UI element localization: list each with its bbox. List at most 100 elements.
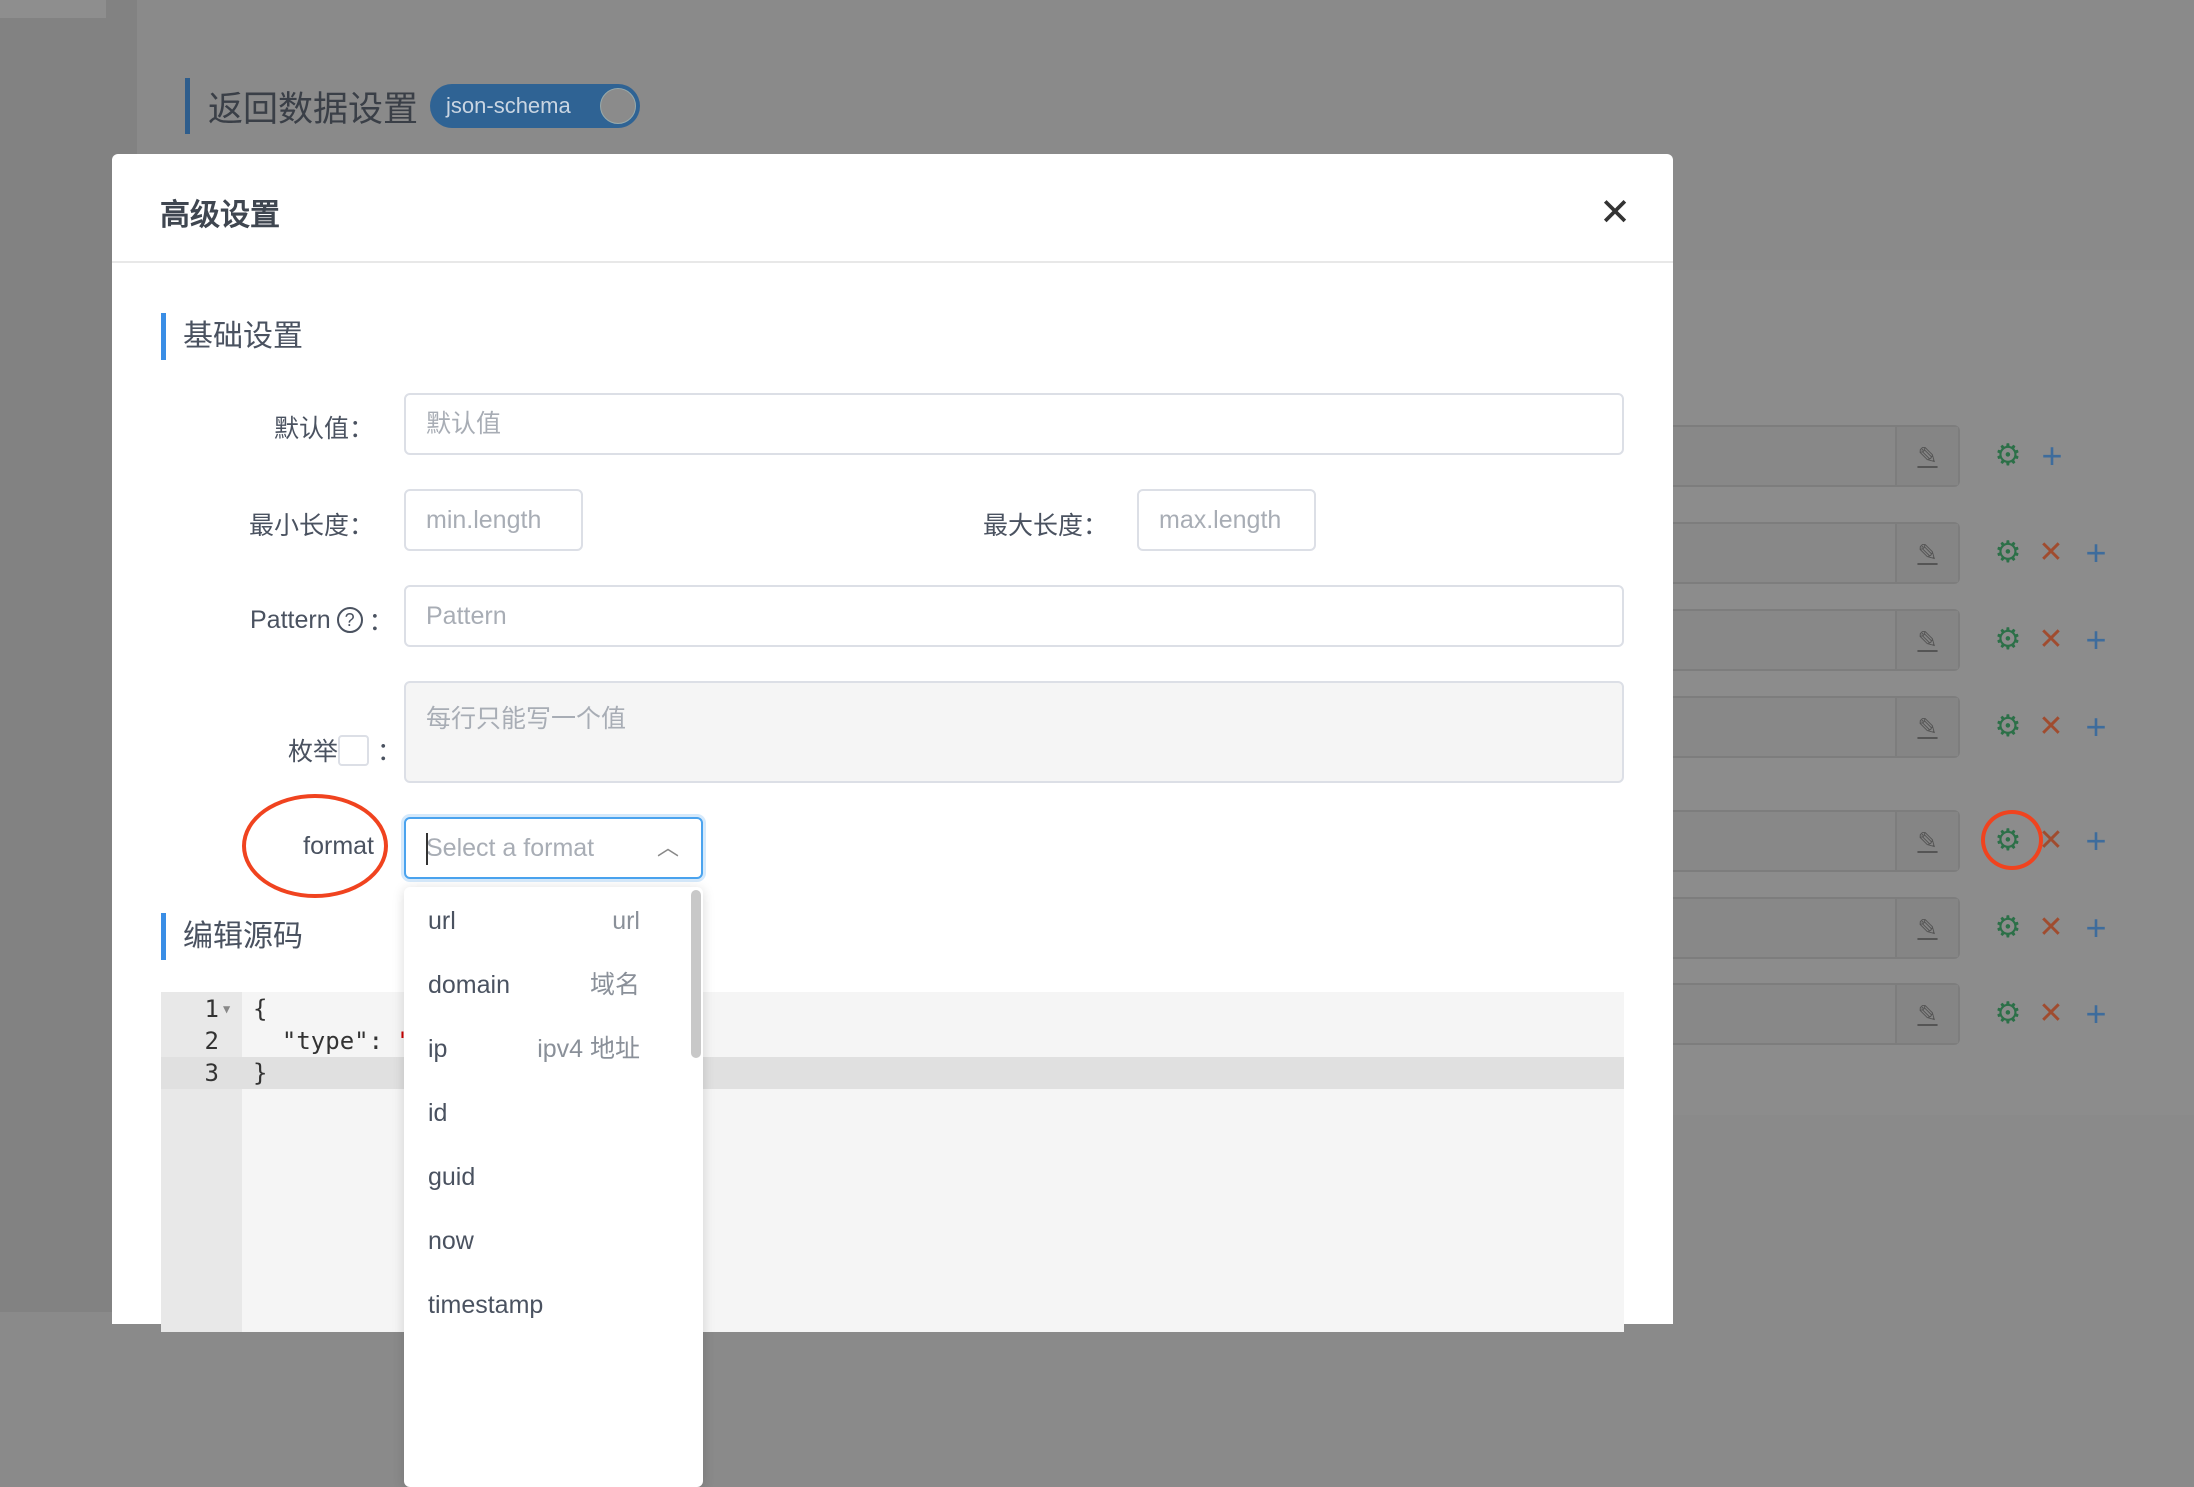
edit-button[interactable]: ✎	[1895, 812, 1958, 870]
pencil-icon: ✎	[1917, 827, 1938, 855]
pattern-label: Pattern	[250, 605, 331, 634]
field-row[interactable]: ✎	[1673, 696, 1960, 758]
code-text: }	[253, 1059, 268, 1087]
delete-icon[interactable]: ✕	[2036, 999, 2066, 1029]
plus-icon[interactable]: +	[2081, 823, 2111, 859]
chevron-up-icon: ︿	[656, 835, 679, 860]
edit-button[interactable]: ✎	[1895, 611, 1958, 669]
enum-label: 枚举	[288, 738, 339, 766]
advanced-settings-modal: 高级设置 ✕ 基础设置 默认值： 默认值 最小长度： min.length 最大…	[112, 154, 1673, 1487]
min-length-label: 最小长度：	[248, 512, 374, 540]
delete-icon[interactable]: ✕	[2036, 538, 2066, 568]
option-description: url	[612, 907, 640, 935]
code-text: {	[253, 995, 268, 1023]
delete-icon[interactable]: ✕	[2036, 625, 2066, 655]
format-dropdown: url url domain 域名 ip ipv4 地址 id guid now timestam…	[404, 887, 703, 1487]
option-value: ip	[428, 1035, 448, 1063]
edit-button[interactable]: ✎	[1895, 524, 1958, 582]
plus-icon[interactable]: +	[2081, 996, 2111, 1032]
field-row[interactable]: ✎	[1673, 897, 1960, 959]
gear-icon[interactable]: ⚙	[1993, 625, 2023, 655]
field-row[interactable]: ✎	[1673, 522, 1960, 584]
close-icon[interactable]: ✕	[1599, 190, 1631, 235]
pencil-icon: ✎	[1917, 713, 1938, 741]
format-option-ip[interactable]: ip ipv4 地址	[404, 1017, 684, 1081]
pencil-icon: ✎	[1917, 442, 1938, 470]
plus-icon[interactable]: +	[2081, 622, 2111, 658]
sidebar-tab[interactable]	[0, 0, 106, 18]
option-value: timestamp	[428, 1291, 544, 1319]
format-option-id[interactable]: id	[404, 1081, 684, 1145]
delete-icon[interactable]: ✕	[2036, 712, 2066, 742]
field-row[interactable]: ✎	[1673, 609, 1960, 671]
annotation-circle	[242, 794, 388, 898]
json-schema-toggle[interactable]: json-schema	[430, 84, 641, 128]
modal-title: 高级设置	[160, 199, 280, 232]
edit-button[interactable]: ✎	[1895, 899, 1958, 957]
format-option-guid[interactable]: guid	[404, 1145, 684, 1209]
section-basic-settings: 基础设置	[161, 313, 303, 360]
max-length-label: 最大长度：	[982, 512, 1108, 540]
code-editor[interactable]: 1▼ { 2 "type": " 3}	[161, 992, 1624, 1332]
pattern-label-group: Pattern ? ：	[250, 602, 394, 638]
field-row[interactable]: ✎	[1673, 425, 1960, 487]
gear-icon[interactable]: ⚙	[1993, 441, 2023, 471]
section-edit-source: 编辑源码	[161, 913, 303, 960]
edit-button[interactable]: ✎	[1895, 427, 1958, 485]
min-length-input[interactable]: min.length	[404, 489, 583, 551]
gear-icon[interactable]: ⚙	[1993, 712, 2023, 742]
pattern-input[interactable]: Pattern	[404, 585, 1624, 647]
pencil-icon: ✎	[1917, 626, 1938, 654]
pencil-icon: ✎	[1917, 1000, 1938, 1028]
option-value: url	[428, 907, 456, 935]
code-line: 2 "type": "	[161, 1025, 1624, 1057]
option-value: now	[428, 1227, 474, 1255]
option-value: id	[428, 1099, 448, 1127]
toggle-label: json-schema	[446, 93, 571, 118]
enum-label-group: 枚举 ：	[288, 732, 402, 768]
text-cursor	[426, 833, 428, 865]
line-number: 3	[204, 1059, 219, 1087]
toggle-knob	[600, 88, 637, 124]
page-title: 返回数据设置	[208, 89, 419, 129]
code-text: "type": "	[253, 1025, 412, 1057]
delete-icon[interactable]: ✕	[2036, 913, 2066, 943]
modal-header: 高级设置 ✕	[112, 154, 1673, 263]
gear-icon[interactable]: ⚙	[1993, 538, 2023, 568]
default-value-input[interactable]: 默认值	[404, 393, 1624, 455]
code-key: "type":	[253, 1027, 398, 1055]
plus-icon[interactable]: +	[2081, 910, 2111, 946]
format-placeholder: Select a format	[426, 834, 595, 862]
plus-icon[interactable]: +	[2037, 438, 2067, 474]
format-option-now[interactable]: now	[404, 1209, 684, 1273]
fold-icon[interactable]: ▼	[223, 993, 230, 1025]
enum-checkbox[interactable]	[338, 734, 370, 766]
enum-textarea[interactable]: 每行只能写一个值	[404, 681, 1624, 783]
page-header: 返回数据设置 json-schema	[185, 78, 641, 134]
plus-icon[interactable]: +	[2081, 535, 2111, 571]
dropdown-scrollbar[interactable]	[691, 890, 701, 1058]
format-select[interactable]: Select a format ︿	[404, 817, 703, 879]
default-value-label: 默认值：	[273, 415, 374, 443]
option-value: guid	[428, 1163, 476, 1191]
format-option-url[interactable]: url url	[404, 889, 684, 953]
edit-button[interactable]: ✎	[1895, 698, 1958, 756]
code-line-active: 3}	[161, 1057, 1624, 1089]
option-value: domain	[428, 971, 510, 999]
option-description: ipv4 地址	[537, 1035, 640, 1063]
gear-icon[interactable]: ⚙	[1993, 999, 2023, 1029]
pencil-icon: ✎	[1917, 539, 1938, 567]
line-number: 1	[204, 995, 219, 1023]
help-icon[interactable]: ?	[336, 607, 363, 633]
field-row[interactable]: ✎	[1673, 810, 1960, 872]
edit-button[interactable]: ✎	[1895, 985, 1958, 1043]
field-row[interactable]: ✎	[1673, 983, 1960, 1045]
enum-colon: ：	[377, 738, 403, 766]
line-number: 2	[204, 1027, 219, 1055]
format-option-domain[interactable]: domain 域名	[404, 953, 684, 1017]
max-length-input[interactable]: max.length	[1137, 489, 1316, 551]
plus-icon[interactable]: +	[2081, 709, 2111, 745]
format-option-timestamp[interactable]: timestamp	[404, 1273, 684, 1337]
annotation-circle	[1981, 810, 2043, 870]
gear-icon[interactable]: ⚙	[1993, 913, 2023, 943]
